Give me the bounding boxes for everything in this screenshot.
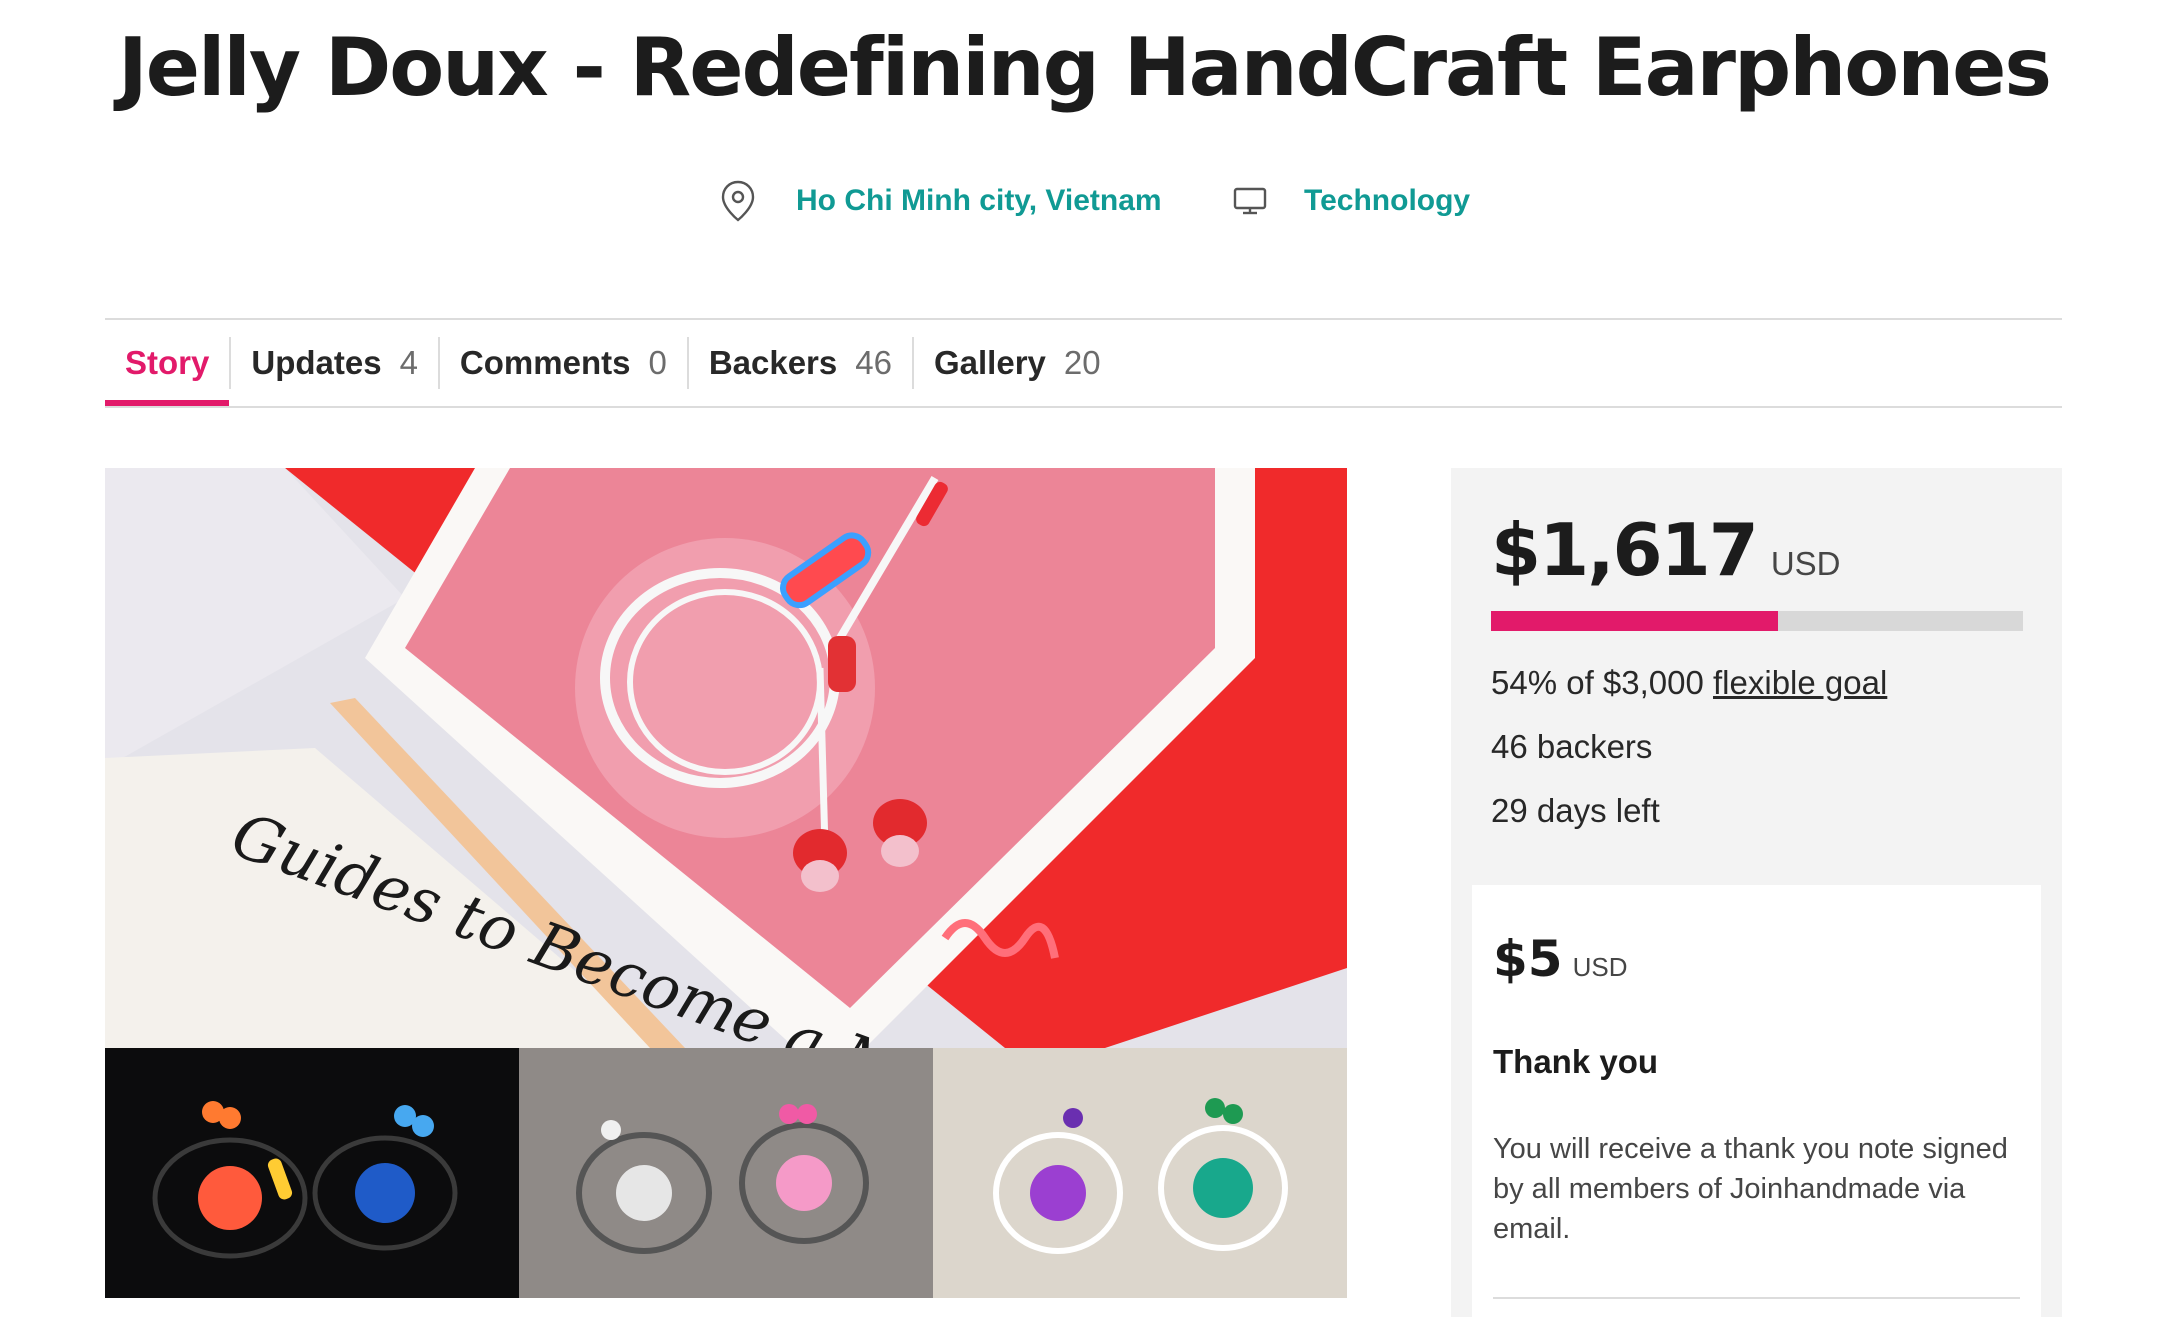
funding-progress-bar [1491, 611, 2023, 631]
tab-comments[interactable]: Comments 0 [440, 320, 687, 406]
reward-currency: USD [1572, 952, 1628, 982]
gallery-thumbnail[interactable] [105, 1048, 519, 1298]
funding-panel: $1,617 USD 54% of $3,000 flexible goal 4… [1451, 468, 2062, 1317]
flexible-goal-link[interactable]: flexible goal [1713, 664, 1887, 701]
tab-backers[interactable]: Backers 46 [689, 320, 912, 406]
amount-raised: $1,617 USD [1491, 508, 1841, 592]
reward-amount: $5 USD [1493, 930, 1628, 988]
reward-description: You will receive a thank you note signed… [1493, 1133, 2008, 1245]
amount-currency: USD [1770, 545, 1841, 582]
reward-value: $5 [1493, 930, 1563, 988]
project-tabs: Story Updates 4 Comments 0 Backers 46 Galle… [105, 320, 1121, 408]
tab-updates[interactable]: Updates 4 [231, 320, 438, 406]
tab-count: 46 [855, 344, 892, 381]
reward-divider [1493, 1297, 2020, 1299]
goal-prefix: 54% of $3,000 [1491, 664, 1704, 701]
map-pin-icon [720, 180, 756, 222]
category-link[interactable]: Technology [1232, 176, 1470, 226]
amount-value: $1,617 [1491, 508, 1759, 592]
tab-label: Gallery [933, 344, 1046, 381]
tabs-bottom-divider [105, 406, 2062, 408]
tab-gallery[interactable]: Gallery 20 [914, 320, 1121, 406]
backers-count: 46 backers [1491, 728, 1653, 765]
funding-progress-fill [1491, 611, 1779, 631]
tab-count: 0 [648, 344, 667, 381]
tab-label: Comments [459, 344, 631, 381]
location-text[interactable]: Ho Chi Minh city, Vietnam [796, 184, 1162, 218]
monitor-icon [1232, 186, 1268, 216]
tab-story[interactable]: Story [105, 320, 230, 408]
tab-count: 20 [1063, 344, 1101, 381]
project-meta: Ho Chi Minh city, Vietnam Technology [0, 176, 2168, 226]
tab-label: Updates [251, 344, 382, 381]
location-link[interactable]: Ho Chi Minh city, Vietnam [720, 176, 1162, 226]
tab-count: 4 [399, 344, 418, 381]
goal-text: 54% of $3,000 flexible goal [1491, 664, 1887, 702]
reward-title: Thank you [1493, 1043, 1659, 1080]
gallery-thumbnail[interactable] [933, 1048, 1347, 1298]
tab-label: Story [125, 344, 210, 381]
tab-label: Backers [708, 344, 838, 381]
gallery-thumbnails [105, 1048, 1347, 1298]
category-text[interactable]: Technology [1304, 184, 1470, 218]
gallery-thumbnail[interactable] [519, 1048, 933, 1298]
reward-card[interactable]: $5 USD Thank you You will receive a than… [1472, 885, 2041, 1317]
project-title: Jelly Doux - Redefining HandCraft Earpho… [117, 21, 2052, 114]
days-left: 29 days left [1491, 792, 1660, 829]
